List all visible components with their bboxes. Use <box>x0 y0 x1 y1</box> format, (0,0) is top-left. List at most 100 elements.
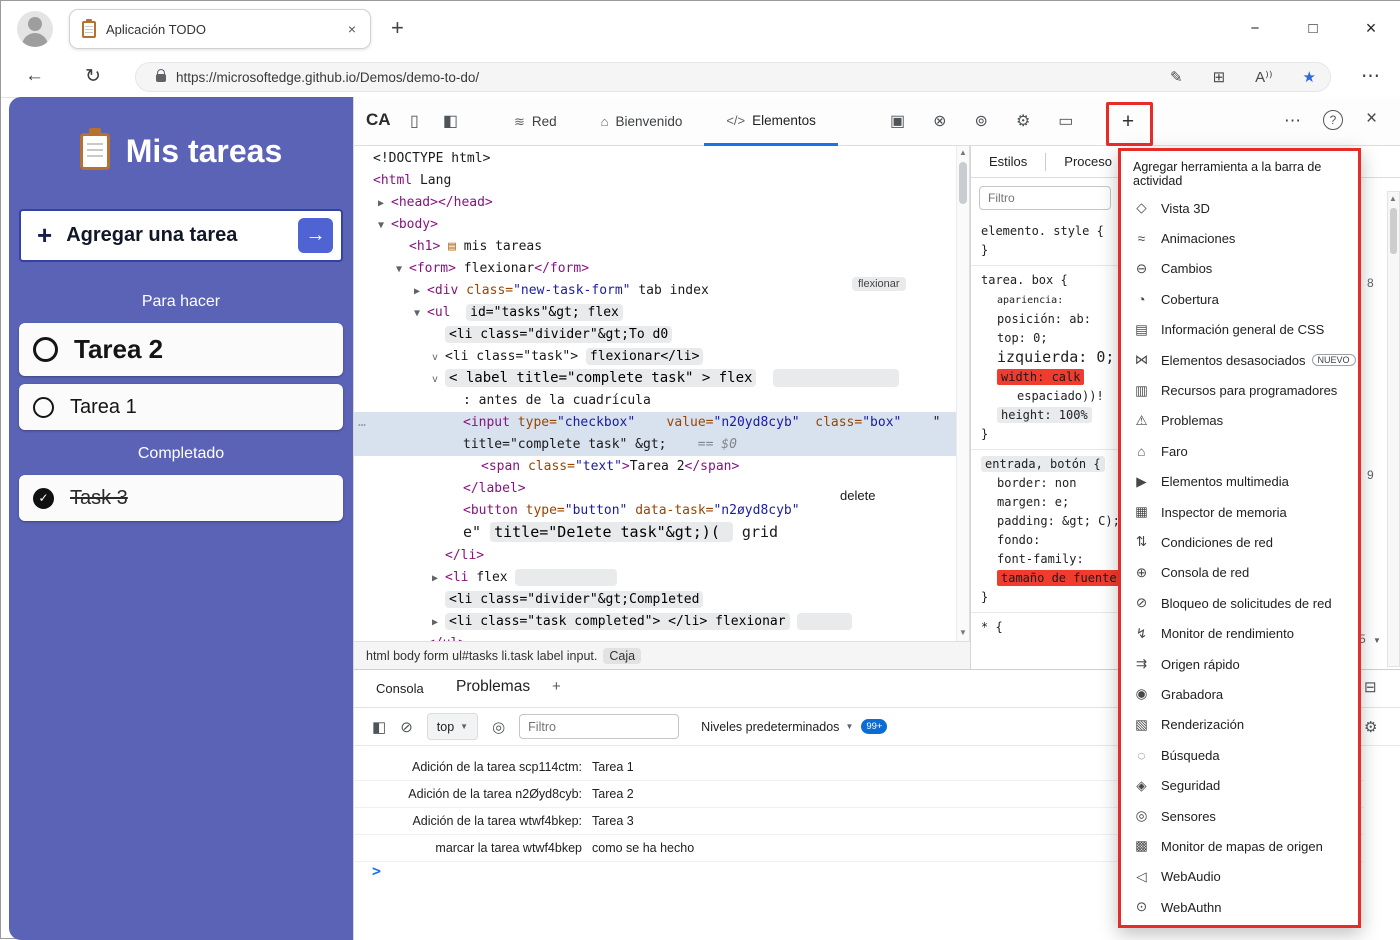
menu-item[interactable]: ◈Seguridad <box>1121 770 1358 800</box>
menu-item[interactable]: ≈Animaciones <box>1121 223 1358 253</box>
live-expression-icon[interactable]: ◎ <box>492 718 505 736</box>
style-line[interactable]: tamaño de fuente: <box>971 569 1141 588</box>
dom-tree-line[interactable]: …<input type="checkbox" value="n20yd8cyb… <box>354 412 969 434</box>
devtools-tab[interactable]: ≋Red <box>492 97 579 146</box>
menu-item[interactable]: ⌂Faro <box>1121 436 1358 466</box>
style-line[interactable]: izquierda: 0; <box>971 348 1141 368</box>
debug-icon[interactable]: ⊗ <box>933 111 946 131</box>
back-icon[interactable]: ← <box>25 65 44 87</box>
console-settings-icon[interactable]: ⚙ <box>1364 718 1377 736</box>
device-toolbar-icon[interactable]: ▯ <box>410 111 419 131</box>
more-tabs-icon[interactable]: + <box>552 678 561 695</box>
browser-more-icon[interactable]: ⋯ <box>1361 65 1380 88</box>
tree-arrow[interactable]: v <box>432 347 445 368</box>
dom-tree-line[interactable]: ▼<body> <box>354 214 969 236</box>
edit-page-icon[interactable]: ✎ <box>1170 68 1183 86</box>
menu-item[interactable]: ◉Grabadora <box>1121 679 1358 709</box>
dom-tree-line[interactable]: <span class="text">Tarea 2</span> <box>354 456 969 478</box>
tab-close-icon[interactable]: × <box>346 21 358 37</box>
dom-tree-line[interactable]: e" title="De1ete task"&gt;)( grid <box>354 522 969 545</box>
inspect-label[interactable]: CA <box>366 110 391 130</box>
close-icon[interactable]: × <box>1349 9 1393 47</box>
breadcrumb-last[interactable]: Caja <box>603 648 641 664</box>
scroll-up-icon[interactable]: ▲ <box>1389 194 1397 203</box>
menu-item[interactable]: ▧Renderización <box>1121 710 1358 740</box>
style-line[interactable]: } <box>971 425 1141 444</box>
style-line[interactable]: espaciado))! <box>971 387 1141 406</box>
devtools-help-icon[interactable]: ? <box>1323 110 1343 130</box>
read-aloud-icon[interactable]: A⁾⁾ <box>1255 68 1272 86</box>
submit-arrow-icon[interactable]: → <box>298 218 333 253</box>
dom-tree-line[interactable]: v< label title="complete task" > flex <box>354 368 969 390</box>
menu-item[interactable]: ▥Recursos para programadores <box>1121 375 1358 405</box>
dom-tree-line[interactable]: <!DOCTYPE html> <box>354 148 969 170</box>
url-bar[interactable]: https://microsoftedge.github.io/Demos/de… <box>135 62 1331 92</box>
style-line[interactable]: } <box>971 241 1141 260</box>
devtools-more-icon[interactable]: ⋯ <box>1284 111 1301 131</box>
scroll-up-icon[interactable]: ▲ <box>959 148 967 157</box>
menu-item[interactable]: ◔Cobertura <box>1121 284 1358 314</box>
style-line[interactable]: padding: &gt; C); <box>971 512 1141 531</box>
menu-item[interactable]: ◎Sensores <box>1121 801 1358 831</box>
menu-item[interactable]: ◁WebAudio <box>1121 862 1358 892</box>
profile-avatar[interactable] <box>17 11 53 47</box>
breadcrumb-path[interactable]: html body form ul#tasks li.task label in… <box>366 649 597 663</box>
style-line[interactable]: fondo: <box>971 531 1141 550</box>
devtools-tab[interactable]: ⌂Bienvenido <box>579 97 705 146</box>
customize-icon[interactable]: ⊚ <box>975 111 988 131</box>
console-filter-input[interactable] <box>519 714 679 739</box>
tree-arrow[interactable]: ▶ <box>378 193 391 214</box>
dom-tree-line[interactable]: <button type="button" data-task="n2øyd8c… <box>354 500 969 522</box>
add-task-button[interactable]: + Agregar una tarea → <box>19 209 343 262</box>
menu-item[interactable]: ⊘Bloqueo de solicitudes de red <box>1121 588 1358 618</box>
dom-tree-line[interactable]: <li class="divider"&gt;To d0 <box>354 324 969 346</box>
style-line[interactable]: } <box>971 588 1141 607</box>
task-checkbox[interactable]: ✓ <box>33 488 54 509</box>
devtools-close-icon[interactable]: × <box>1366 108 1377 130</box>
style-line[interactable]: height: 100% <box>971 406 1141 425</box>
dom-tree-line[interactable]: <h1> ▤ mis tareas <box>354 236 969 258</box>
stylesheet-link[interactable]: 8 <box>1367 276 1374 290</box>
dom-tree-line[interactable]: ▶<head></head> <box>354 192 969 214</box>
menu-item[interactable]: ⊖Cambios <box>1121 254 1358 284</box>
tree-arrow[interactable]: ▶ <box>432 568 445 589</box>
devtools-tab[interactable]: </>Elementos <box>704 97 838 146</box>
dom-tree-line[interactable]: ▶<li class="task completed"> </li> flexi… <box>354 611 969 633</box>
menu-item[interactable]: ◌Búsqueda <box>1121 740 1358 770</box>
favorite-star-icon[interactable]: ★ <box>1303 68 1316 86</box>
tab-issues[interactable]: Problemas <box>456 678 530 696</box>
dom-tree-line[interactable]: title="complete task" &gt; == $0 <box>354 434 969 456</box>
task-checkbox[interactable] <box>33 397 54 418</box>
dom-tree-line[interactable]: </li> <box>354 545 969 567</box>
styles-filter-input[interactable] <box>979 186 1111 210</box>
menu-item[interactable]: ⋈Elementos desasociadosNUEVO <box>1121 345 1358 375</box>
task-checkbox[interactable] <box>33 337 58 362</box>
log-levels-selector[interactable]: Niveles predeterminados ▼ 99+ <box>701 719 887 734</box>
style-line[interactable]: top: 0; <box>971 329 1141 348</box>
clear-console-icon[interactable]: ⊘ <box>400 718 413 736</box>
menu-item[interactable]: ▶Elementos multimedia <box>1121 467 1358 497</box>
menu-item[interactable]: ↯Monitor de rendimiento <box>1121 618 1358 648</box>
style-line[interactable]: elemento. style { <box>971 222 1141 241</box>
style-line[interactable]: posición: ab: <box>971 310 1141 329</box>
dom-tree-line[interactable]: : antes de la cuadrícula <box>354 390 969 412</box>
dom-tree-line[interactable]: <li class="divider"&gt;Comp1eted <box>354 589 969 611</box>
minimize-icon[interactable]: − <box>1233 9 1277 47</box>
style-line[interactable]: border: non <box>971 474 1141 493</box>
task-item[interactable]: ✓Task 3 <box>19 475 343 521</box>
menu-item[interactable]: ▩Monitor de mapas de origen <box>1121 831 1358 861</box>
task-item[interactable]: Tarea 1 <box>19 384 343 430</box>
refresh-icon[interactable]: ↻ <box>85 65 101 88</box>
maximize-icon[interactable]: □ <box>1291 9 1335 47</box>
task-item[interactable]: Tarea 2 <box>19 323 343 376</box>
url-text[interactable]: https://microsoftedge.github.io/Demos/de… <box>176 70 1140 85</box>
scroll-thumb[interactable] <box>959 162 967 204</box>
browser-tab[interactable]: Aplicación TODO × <box>69 9 371 49</box>
new-tab-icon[interactable]: + <box>391 15 404 41</box>
tab-console[interactable]: Consola <box>376 681 424 696</box>
dock-side-icon[interactable]: ◧ <box>443 111 458 131</box>
menu-item[interactable]: ⇅Condiciones de red <box>1121 527 1358 557</box>
flex-badge[interactable]: flexionar <box>852 277 906 291</box>
tree-arrow[interactable]: v <box>432 369 445 390</box>
style-line[interactable]: margen: e; <box>971 493 1141 512</box>
